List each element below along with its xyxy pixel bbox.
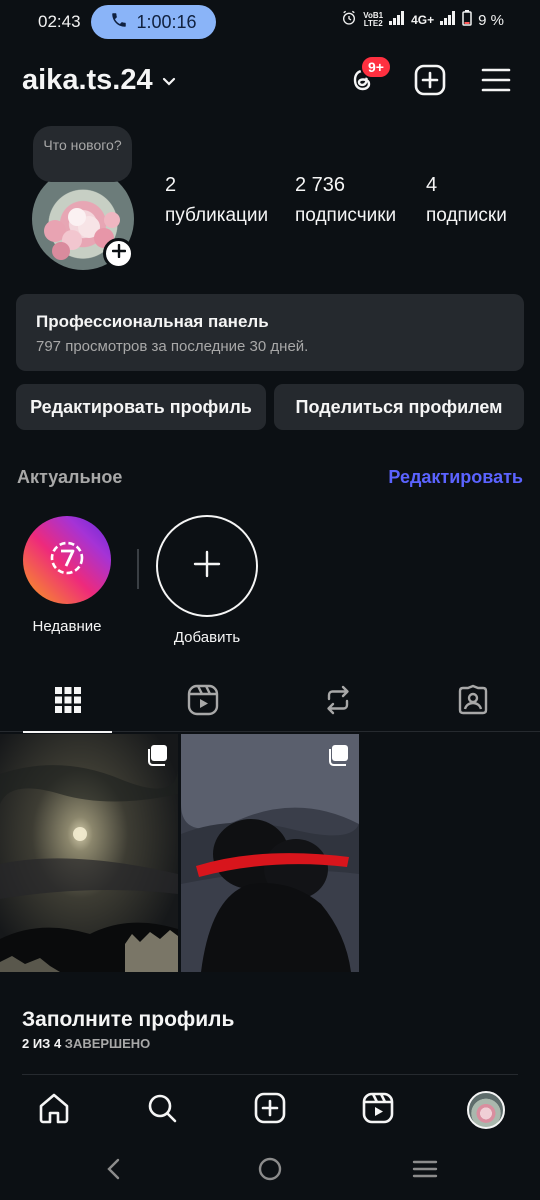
menu-button[interactable] <box>476 62 516 102</box>
profile-avatar <box>467 1091 505 1129</box>
status-time: 02:43 <box>38 12 81 31</box>
signal-icon-2 <box>440 11 456 29</box>
reels-icon <box>362 1092 394 1129</box>
highlights-edit-link[interactable]: Редактировать <box>388 467 523 488</box>
recent-highlight-cover <box>23 516 111 604</box>
chevron-down-icon <box>161 64 177 97</box>
complete-profile-progress: 2 ИЗ 4 ЗАВЕРШЕНО <box>22 1036 150 1051</box>
complete-profile-title: Заполните профиль <box>22 1008 235 1031</box>
system-navigation <box>0 1140 540 1200</box>
grid-icon <box>54 686 82 719</box>
recents-icon <box>411 1158 439 1185</box>
highlight-divider <box>137 549 139 589</box>
alarm-icon <box>341 10 357 30</box>
username: aika.ts.24 <box>22 64 153 96</box>
stat-following[interactable]: 4 подписки <box>426 174 507 227</box>
create-button[interactable] <box>410 62 450 102</box>
plus-icon <box>192 549 222 584</box>
highlight-add[interactable]: Добавить <box>155 515 259 646</box>
tab-grid[interactable] <box>0 672 135 733</box>
tab-tagged[interactable] <box>405 672 540 732</box>
status-icons: VoB1 LTE2 4G+ 9 % <box>341 10 504 30</box>
nav-profile[interactable] <box>464 1088 508 1132</box>
plus-icon <box>111 243 126 263</box>
bottom-navigation <box>0 1080 540 1140</box>
call-timer: 1:00:16 <box>136 11 197 32</box>
ongoing-call-pill[interactable]: 1:00:16 <box>91 5 216 39</box>
stat-label: подписчики <box>295 205 397 226</box>
nav-create[interactable] <box>248 1088 292 1132</box>
highlight-label: Добавить <box>173 629 241 646</box>
status-bar: 02:43 1:00:16 VoB1 LTE2 4G+ 9 % <box>0 0 540 44</box>
system-back-button[interactable] <box>97 1154 131 1188</box>
battery-icon <box>462 10 472 30</box>
battery-level: 9 % <box>478 11 504 29</box>
stat-posts[interactable]: 2 публикации <box>165 174 268 227</box>
share-profile-button[interactable]: Поделиться профилем <box>274 384 524 430</box>
edit-profile-button[interactable]: Редактировать профиль <box>16 384 266 430</box>
stat-followers[interactable]: 2 736 подписчики <box>295 174 396 227</box>
tagged-icon <box>457 684 489 721</box>
highlight-label: Недавние <box>32 618 102 635</box>
pro-panel-subtitle: 797 просмотров за последние 30 дней. <box>36 338 309 355</box>
post-image-sky <box>0 734 178 972</box>
progress-status: ЗАВЕРШЕНО <box>64 1036 151 1051</box>
multiple-photos-icon <box>327 744 349 766</box>
create-icon <box>254 1092 286 1129</box>
tab-reposts[interactable] <box>270 672 405 732</box>
stat-value: 2 736 <box>295 174 346 196</box>
active-tab-indicator <box>23 731 112 733</box>
pro-panel-title: Профессиональная панель <box>36 312 269 331</box>
multiple-photos-icon <box>146 744 168 766</box>
nav-reels[interactable] <box>356 1088 400 1132</box>
highlight-recent[interactable]: Недавние <box>15 516 119 635</box>
post-image-couple <box>181 734 359 972</box>
account-switcher[interactable]: aika.ts.24 <box>22 64 177 97</box>
back-chevron-icon <box>104 1157 124 1186</box>
search-icon <box>146 1092 178 1129</box>
nav-home[interactable] <box>32 1088 76 1132</box>
network-type: 4G+ <box>411 13 435 27</box>
add-story-button[interactable] <box>103 238 134 269</box>
add-highlight-circle <box>156 515 258 617</box>
stat-label: публикации <box>165 205 269 226</box>
reels-icon <box>187 684 219 721</box>
plus-square-icon <box>414 64 446 101</box>
stat-value: 2 <box>165 174 177 196</box>
system-home-button[interactable] <box>253 1154 287 1188</box>
reposts-icon <box>323 685 353 720</box>
post-thumbnail[interactable] <box>181 734 359 972</box>
system-recents-button[interactable] <box>408 1154 442 1188</box>
recent-7-icon <box>47 538 87 583</box>
stat-value: 4 <box>426 174 438 196</box>
stat-label: подписки <box>426 205 507 226</box>
home-icon <box>37 1091 71 1130</box>
volte-indicator: VoB1 LTE2 <box>363 11 384 28</box>
phone-icon <box>110 11 128 34</box>
hamburger-icon <box>481 67 511 98</box>
post-thumbnail[interactable] <box>0 734 178 972</box>
highlights-title: Актуальное <box>17 467 123 487</box>
note-bubble[interactable]: Что нового? <box>33 126 132 182</box>
divider <box>22 1074 518 1075</box>
profile-tabs <box>0 672 540 733</box>
professional-dashboard[interactable]: Профессиональная панель 797 просмотров з… <box>16 294 524 371</box>
nav-search[interactable] <box>140 1088 184 1132</box>
threads-badge: 9+ <box>360 55 392 79</box>
signal-icon <box>389 11 405 29</box>
home-circle-icon <box>257 1156 283 1187</box>
progress-count: 2 ИЗ 4 <box>22 1036 62 1051</box>
tab-reels[interactable] <box>135 672 270 732</box>
